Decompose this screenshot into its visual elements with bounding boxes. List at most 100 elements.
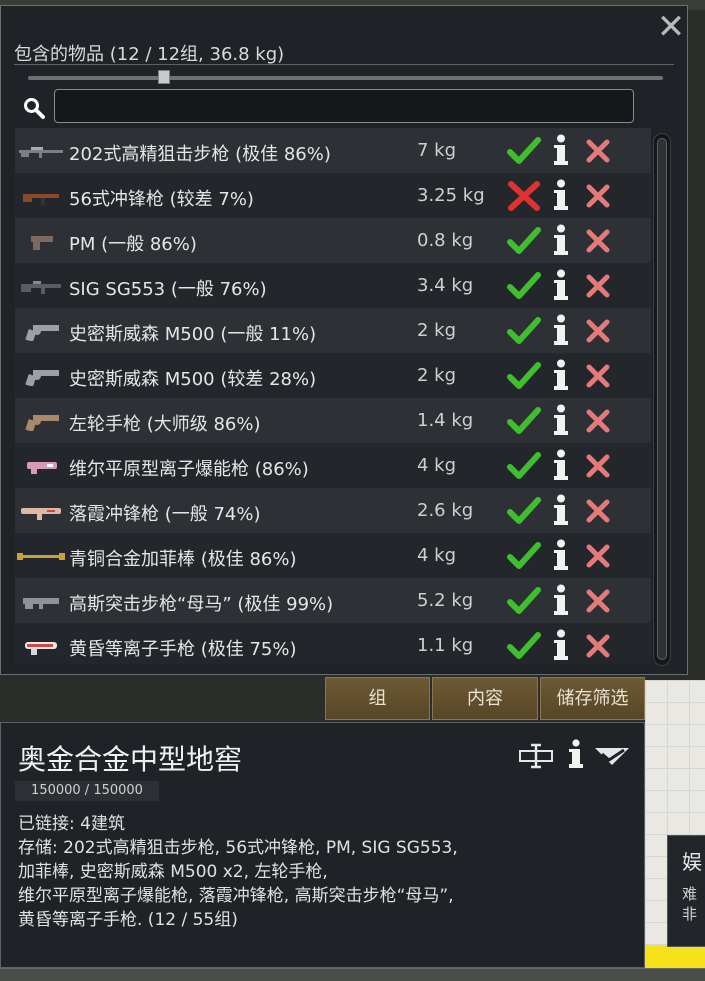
tab-contents[interactable]: 内容 bbox=[432, 677, 538, 720]
slider-thumb[interactable] bbox=[158, 70, 170, 84]
drop-item-icon[interactable] bbox=[585, 498, 611, 524]
item-name[interactable]: PM (一般 86%) bbox=[69, 230, 197, 256]
drop-item-icon[interactable] bbox=[585, 273, 611, 299]
drop-item-icon[interactable] bbox=[585, 588, 611, 614]
item-name[interactable]: 落霞冲锋枪 (一般 74%) bbox=[69, 500, 261, 526]
info-icon[interactable] bbox=[551, 449, 571, 481]
item-mass: 4 kg bbox=[417, 545, 457, 566]
item-name[interactable]: 左轮手枪 (大师级 86%) bbox=[69, 410, 261, 436]
search-icon bbox=[24, 98, 45, 119]
item-row[interactable]: 黄昏等离子手枪 (极佳 75%) 1.1 kg bbox=[15, 623, 651, 664]
sniper-rifle-icon bbox=[17, 141, 65, 161]
item-mass: 3.4 kg bbox=[417, 275, 474, 296]
item-row[interactable]: 202式高精狙击步枪 (极佳 86%) 7 kg bbox=[15, 128, 651, 173]
item-mass: 2.6 kg bbox=[417, 500, 474, 521]
rifle-icon bbox=[17, 276, 65, 296]
storage-line-1: 存储: 202式高精狙击步枪, 56式冲锋枪, PM, SIG SG553, bbox=[18, 838, 458, 858]
item-name[interactable]: SIG SG553 (一般 76%) bbox=[69, 275, 267, 301]
info-icon[interactable] bbox=[551, 359, 571, 391]
item-row[interactable]: 高斯突击步枪“母马” (极佳 99%) 5.2 kg bbox=[15, 578, 651, 623]
item-name[interactable]: 史密斯威森 M500 (较差 28%) bbox=[69, 365, 316, 391]
info-icon[interactable] bbox=[551, 134, 571, 166]
forbidden-x-icon[interactable] bbox=[507, 181, 541, 211]
allowed-check-icon[interactable] bbox=[507, 586, 541, 616]
item-mass: 2 kg bbox=[417, 365, 457, 386]
item-name[interactable]: 黄昏等离子手枪 (极佳 75%) bbox=[69, 635, 297, 661]
drop-item-icon[interactable] bbox=[585, 633, 611, 659]
item-mass: 1.1 kg bbox=[417, 635, 474, 656]
info-icon[interactable] bbox=[566, 739, 586, 769]
item-name[interactable]: 56式冲锋枪 (较差 7%) bbox=[69, 185, 254, 211]
item-row[interactable]: 左轮手枪 (大师级 86%) 1.4 kg bbox=[15, 398, 651, 443]
info-icon[interactable] bbox=[551, 404, 571, 436]
show-contents-icon[interactable] bbox=[594, 745, 630, 767]
item-row[interactable]: 史密斯威森 M500 (较差 28%) 2 kg bbox=[15, 353, 651, 398]
drop-item-icon[interactable] bbox=[585, 228, 611, 254]
revolver-icon bbox=[17, 321, 65, 342]
item-name[interactable]: 维尔平原型离子爆能枪 (86%) bbox=[69, 455, 309, 481]
filter-slider[interactable] bbox=[28, 70, 663, 84]
item-row[interactable]: 史密斯威森 M500 (一般 11%) 2 kg bbox=[15, 308, 651, 353]
info-icon[interactable] bbox=[551, 629, 571, 661]
drop-item-icon[interactable] bbox=[585, 408, 611, 434]
allowed-check-icon[interactable] bbox=[507, 136, 541, 166]
item-name[interactable]: 史密斯威森 M500 (一般 11%) bbox=[69, 320, 316, 346]
allowed-check-icon[interactable] bbox=[507, 271, 541, 301]
allowed-check-icon[interactable] bbox=[507, 496, 541, 526]
drop-item-icon[interactable] bbox=[585, 183, 611, 209]
item-name[interactable]: 202式高精狙击步枪 (极佳 86%) bbox=[69, 140, 331, 166]
pistol-icon bbox=[17, 231, 65, 251]
allowed-check-icon[interactable] bbox=[507, 361, 541, 391]
search-input[interactable] bbox=[54, 89, 634, 123]
scrollbar-thumb[interactable] bbox=[657, 138, 667, 660]
drop-item-icon[interactable] bbox=[585, 543, 611, 569]
info-icon[interactable] bbox=[551, 224, 571, 256]
drop-item-icon[interactable] bbox=[585, 363, 611, 389]
allowed-check-icon[interactable] bbox=[507, 541, 541, 571]
allowed-check-icon[interactable] bbox=[507, 631, 541, 661]
info-icon[interactable] bbox=[551, 314, 571, 346]
tooltip-fragment: 娱 难 非 bbox=[667, 835, 705, 947]
item-name[interactable]: 高斯突击步枪“母马” (极佳 99%) bbox=[69, 590, 333, 616]
ion-blaster-icon bbox=[17, 456, 65, 476]
item-mass: 7 kg bbox=[417, 140, 457, 161]
tooltip-body: 难 非 bbox=[682, 884, 697, 924]
tab-group[interactable]: 组 bbox=[325, 677, 430, 720]
tab-storage-filter[interactable]: 储存筛选 bbox=[540, 677, 645, 720]
bottom-toolbar bbox=[0, 968, 705, 981]
info-icon[interactable] bbox=[551, 584, 571, 616]
contents-window: ✕ 包含的物品 (12 / 12组, 36.8 kg) 202式高精狙击步枪 (… bbox=[0, 5, 688, 675]
rename-icon[interactable] bbox=[519, 743, 553, 769]
item-row[interactable]: SIG SG553 (一般 76%) 3.4 kg bbox=[15, 263, 651, 308]
item-row[interactable]: 落霞冲锋枪 (一般 74%) 2.6 kg bbox=[15, 488, 651, 533]
tooltip-head: 娱 bbox=[682, 850, 702, 874]
item-row[interactable]: PM (一般 86%) 0.8 kg bbox=[15, 218, 651, 263]
item-row[interactable]: 青铜合金加菲棒 (极佳 86%) 4 kg bbox=[15, 533, 651, 578]
info-icon[interactable] bbox=[551, 179, 571, 211]
drop-item-icon[interactable] bbox=[585, 318, 611, 344]
drop-item-icon[interactable] bbox=[585, 138, 611, 164]
storage-line-2: 加菲棒, 史密斯威森 M500 x2, 左轮手枪, bbox=[18, 862, 328, 882]
bronze-staff-icon bbox=[17, 546, 65, 566]
allowed-check-icon[interactable] bbox=[507, 406, 541, 436]
info-icon[interactable] bbox=[551, 494, 571, 526]
inspect-pane: 奥金合金中型地窖 150000 / 150000 已链接: 4建筑 存储: 20… bbox=[0, 722, 645, 968]
allowed-check-icon[interactable] bbox=[507, 451, 541, 481]
scrollbar[interactable] bbox=[653, 133, 671, 666]
storage-line-3: 维尔平原型离子爆能枪, 落霞冲锋枪, 高斯突击步枪“母马”, bbox=[18, 886, 454, 906]
allowed-check-icon[interactable] bbox=[507, 226, 541, 256]
info-icon[interactable] bbox=[551, 269, 571, 301]
item-mass: 2 kg bbox=[417, 320, 457, 341]
drop-item-icon[interactable] bbox=[585, 453, 611, 479]
slider-track bbox=[28, 76, 663, 80]
item-row[interactable]: 维尔平原型离子爆能枪 (86%) 4 kg bbox=[15, 443, 651, 488]
allowed-check-icon[interactable] bbox=[507, 316, 541, 346]
item-name[interactable]: 青铜合金加菲棒 (极佳 86%) bbox=[69, 545, 297, 571]
building-title: 奥金合金中型地窖 bbox=[18, 743, 243, 776]
storage-line-4: 黄昏等离子手枪. (12 / 55组) bbox=[18, 910, 238, 930]
item-row[interactable]: 56式冲锋枪 (较差 7%) 3.25 kg bbox=[15, 173, 651, 218]
info-icon[interactable] bbox=[551, 539, 571, 571]
item-mass: 5.2 kg bbox=[417, 590, 474, 611]
item-list: 202式高精狙击步枪 (极佳 86%) 7 kg 56式冲锋枪 (较差 7%) 3.2… bbox=[15, 128, 651, 664]
close-button[interactable]: ✕ bbox=[656, 10, 686, 44]
